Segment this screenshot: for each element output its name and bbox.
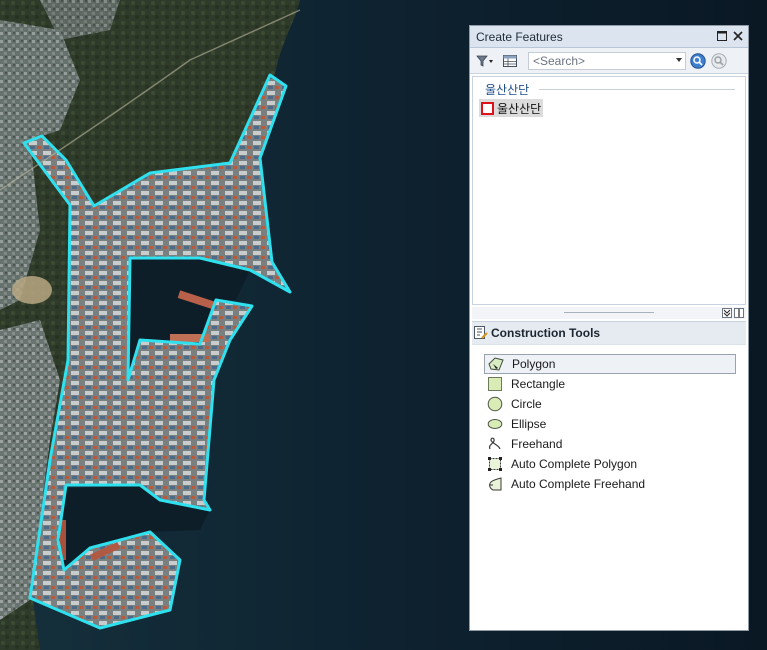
collapse-down-button[interactable] [722,308,732,318]
create-features-panel: Create Features <Search> 울산산단 울산산단 Const… [469,25,749,631]
template-group-header: 울산산단 [485,83,530,97]
tool-label: Freehand [511,437,563,451]
split-icon [738,309,740,317]
auto-complete-polygon-icon [488,457,502,471]
construction-tools-list: Polygon Rectangle Circle Ellipse Freehan… [484,354,736,494]
rectangle-icon [488,377,502,391]
tool-label: Auto Complete Polygon [511,457,638,471]
tool-auto-complete-polygon[interactable]: Auto Complete Polygon [484,454,736,474]
search-input[interactable] [533,53,673,68]
organize-templates-button[interactable] [474,51,496,71]
polygon-symbol-swatch [481,101,494,115]
tool-rectangle[interactable]: Rectangle [484,374,736,394]
quarry-area [12,276,52,304]
panel-titlebar: Create Features [470,26,748,48]
ellipse-icon [487,419,503,429]
auto-complete-freehand-icon [489,477,502,491]
organize-templates-icon [476,55,493,67]
construction-tools-icon [474,326,488,339]
split-toggle-button[interactable] [734,308,744,318]
construction-tools-title: Construction Tools [491,326,601,340]
construction-tools-header: Construction Tools [472,321,746,345]
panel-title: Create Features [476,29,563,44]
double-chevron-down-icon [723,309,731,317]
template-search-box[interactable] [528,51,686,70]
tool-label: Polygon [512,357,556,371]
clear-search-icon [711,52,727,69]
feature-templates-list[interactable]: 울산산단 울산산단 [472,76,746,305]
tool-ellipse[interactable]: Ellipse [484,414,736,434]
panel-splitter[interactable] [472,307,746,319]
tool-label: Circle [511,397,542,411]
search-icon [690,52,706,69]
restore-icon [717,31,727,41]
close-panel-button[interactable] [731,29,745,43]
restore-window-button[interactable] [715,29,729,43]
tool-label: Ellipse [511,417,547,431]
tool-auto-complete-freehand[interactable]: Auto Complete Freehand [484,474,736,494]
tool-freehand[interactable]: Freehand [484,434,736,454]
clear-search-button[interactable] [710,52,728,70]
template-item-label: 울산산단 [497,101,542,116]
polygon-icon [488,357,504,371]
tool-label: Auto Complete Freehand [511,477,646,491]
template-item[interactable]: 울산산단 [479,99,543,117]
panel-toolbar [470,48,748,74]
tool-circle[interactable]: Circle [484,394,736,414]
view-templates-button[interactable] [499,51,521,71]
circle-icon [487,396,503,412]
tool-polygon[interactable]: Polygon [484,354,736,374]
chevron-down-icon[interactable] [676,57,682,62]
freehand-icon [488,437,501,450]
divider [539,89,735,90]
table-icon [503,54,517,67]
splitter-grip[interactable] [564,312,654,313]
tool-label: Rectangle [511,377,566,391]
close-icon [733,31,743,41]
search-button[interactable] [689,52,707,70]
